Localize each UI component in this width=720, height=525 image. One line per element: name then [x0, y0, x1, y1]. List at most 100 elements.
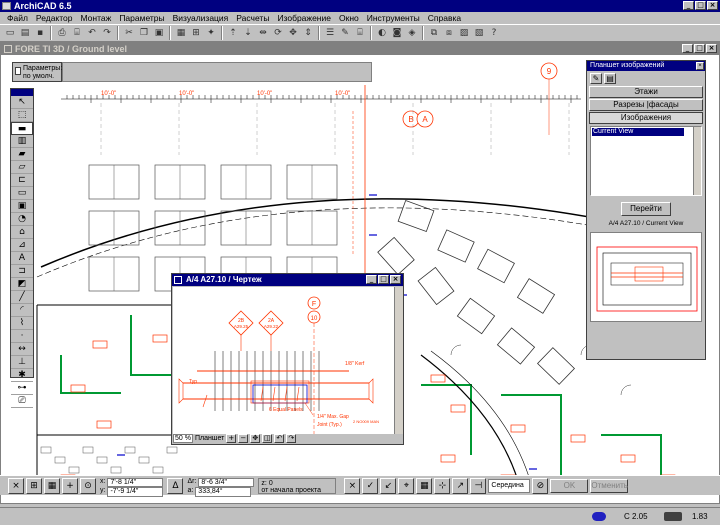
- relative-icon[interactable]: Δ: [167, 477, 184, 494]
- render-icon[interactable]: ◈: [405, 26, 419, 40]
- section-icon[interactable]: ◐: [375, 26, 389, 40]
- layers-icon[interactable]: ☰: [323, 26, 337, 40]
- mirror-icon[interactable]: ⇹: [256, 26, 270, 40]
- tab-sections-elevations[interactable]: Разрезы |фасады: [589, 99, 703, 111]
- polar-icon[interactable]: ⊙: [80, 477, 96, 494]
- fill-tool-icon[interactable]: ◩: [11, 278, 33, 291]
- save-file-icon[interactable]: ▪: [33, 26, 47, 40]
- close-button-2[interactable]: ×: [344, 477, 361, 494]
- detail-tool-icon[interactable]: ⊶: [11, 382, 33, 395]
- x-coordinate[interactable]: 7'-8 1/4": [107, 477, 164, 487]
- zoom-out-icon[interactable]: −: [238, 433, 249, 443]
- detail-maximize-button[interactable]: □: [378, 275, 389, 284]
- grid-icon[interactable]: ▦: [174, 26, 188, 40]
- door-tool-icon[interactable]: ⊏: [11, 174, 33, 187]
- ungroup-icon[interactable]: ⧈: [442, 26, 456, 40]
- navigator-close-icon[interactable]: ×: [696, 62, 704, 70]
- polyline-tool-icon[interactable]: ⌇: [11, 317, 33, 330]
- archicad-app-icon[interactable]: [2, 2, 11, 10]
- hatch-icon[interactable]: ▦: [44, 477, 60, 494]
- mesh-tool-icon[interactable]: ⊿: [11, 239, 33, 252]
- view-settings-icon[interactable]: ▤: [604, 73, 616, 84]
- undo-icon[interactable]: ↶: [85, 26, 99, 40]
- section-tool-icon[interactable]: ✱: [11, 369, 33, 382]
- y-coordinate[interactable]: -7'-9 1/4": [107, 487, 164, 497]
- line-snap-icon[interactable]: ⊣: [470, 477, 487, 494]
- open-file-icon[interactable]: ▤: [18, 26, 32, 40]
- menu-options[interactable]: Параметры: [115, 12, 168, 24]
- arrow-down-icon[interactable]: ⇣: [241, 26, 255, 40]
- navigator-view-list[interactable]: Current View: [590, 126, 702, 196]
- window-tool-icon[interactable]: ▭: [11, 187, 33, 200]
- pointer-tool-icon[interactable]: ↖: [11, 96, 33, 109]
- angle-value[interactable]: 333,84°: [195, 487, 252, 497]
- maximize-button[interactable]: □: [695, 1, 706, 10]
- level-tool-icon[interactable]: ⊥: [11, 356, 33, 369]
- cut-icon[interactable]: ✂: [122, 26, 136, 40]
- detail-canvas[interactable]: F 10 2B A29.25 2A A29.22 1/8" Kerf Typ 6…: [173, 287, 394, 434]
- ok-button[interactable]: OK: [550, 478, 589, 493]
- view-list-item[interactable]: Current View: [592, 128, 684, 136]
- close-button[interactable]: ×: [707, 1, 718, 10]
- menu-file[interactable]: Файл: [3, 12, 32, 24]
- orthogonal-icon[interactable]: ✓: [362, 477, 379, 494]
- magic-wand-icon[interactable]: ✦: [204, 26, 218, 40]
- snap-mode-select[interactable]: Середина: [488, 478, 531, 493]
- menu-build[interactable]: Монтаж: [77, 12, 116, 24]
- help-icon[interactable]: ?: [487, 26, 501, 40]
- pan-icon[interactable]: ✥: [250, 433, 261, 443]
- elevate-icon[interactable]: ⇕: [301, 26, 315, 40]
- drag-icon[interactable]: ✥: [286, 26, 300, 40]
- view-list-scrollbar[interactable]: [693, 127, 701, 195]
- minimize-button[interactable]: _: [683, 1, 694, 10]
- redo-icon[interactable]: ↷: [100, 26, 114, 40]
- menu-edit[interactable]: Редактор: [32, 12, 77, 24]
- menu-tools[interactable]: Инструменты: [363, 12, 424, 24]
- rotate-icon[interactable]: ⟳: [271, 26, 285, 40]
- menu-window[interactable]: Окно: [335, 12, 363, 24]
- snap-special-icon[interactable]: ⊹: [434, 477, 451, 494]
- menu-calculate[interactable]: Расчеты: [232, 12, 273, 24]
- dimension-tool-icon[interactable]: ↔: [11, 343, 33, 356]
- go-button[interactable]: Перейти: [621, 202, 671, 216]
- object-tool-icon[interactable]: ▣: [11, 200, 33, 213]
- zoom-field[interactable]: 50 %: [173, 433, 193, 443]
- z-field[interactable]: z: 0 от начала проекта: [258, 477, 337, 494]
- magnet-icon[interactable]: ⊘: [532, 477, 549, 494]
- close-control-icon[interactable]: ×: [8, 477, 24, 494]
- distance-value[interactable]: 8'-6 3/4": [198, 477, 255, 487]
- new-file-icon[interactable]: ▭: [3, 26, 17, 40]
- doc-minimize-button[interactable]: _: [682, 44, 693, 53]
- navigator-title-bar[interactable]: Планшет изображений ×: [587, 61, 705, 71]
- navigator-preview[interactable]: [590, 232, 702, 322]
- stair-icon[interactable]: ⌸: [353, 26, 367, 40]
- paste-icon[interactable]: ▣: [152, 26, 166, 40]
- slab-tool-icon[interactable]: ▱: [11, 161, 33, 174]
- copy-icon[interactable]: ❐: [137, 26, 151, 40]
- fit-window-icon[interactable]: ◫: [262, 433, 273, 443]
- pen-settings-icon[interactable]: ✎: [590, 73, 602, 84]
- next-view-icon[interactable]: ↷: [286, 433, 297, 443]
- detail-close-button[interactable]: ×: [390, 275, 401, 284]
- snap-icon[interactable]: ⊞: [189, 26, 203, 40]
- menu-visualization[interactable]: Визуализация: [169, 12, 233, 24]
- arc-tool-icon[interactable]: ◜: [11, 304, 33, 317]
- gravity-icon[interactable]: ⌖: [398, 477, 415, 494]
- origin-icon[interactable]: +: [62, 477, 78, 494]
- text-tool-icon[interactable]: A: [11, 252, 33, 265]
- arrow-icon[interactable]: ↗: [452, 477, 469, 494]
- pen-icon[interactable]: ✎: [338, 26, 352, 40]
- detail-vertical-scrollbar[interactable]: [394, 287, 403, 434]
- detail-minimize-button[interactable]: _: [366, 275, 377, 284]
- hotspot-tool-icon[interactable]: ·: [11, 330, 33, 343]
- line-tool-icon[interactable]: ╱: [11, 291, 33, 304]
- cancel-button[interactable]: Отменить: [590, 478, 629, 493]
- tab-views[interactable]: Изображения: [589, 112, 703, 124]
- toolbox-header[interactable]: [11, 89, 33, 96]
- grid-icon-2[interactable]: ▦: [416, 477, 433, 494]
- direction-icon[interactable]: ↙: [380, 477, 397, 494]
- lock-icon[interactable]: ▨: [457, 26, 471, 40]
- menu-image[interactable]: Изображение: [273, 12, 335, 24]
- camera-icon[interactable]: ◙: [390, 26, 404, 40]
- plotter-icon[interactable]: ⌸: [70, 26, 84, 40]
